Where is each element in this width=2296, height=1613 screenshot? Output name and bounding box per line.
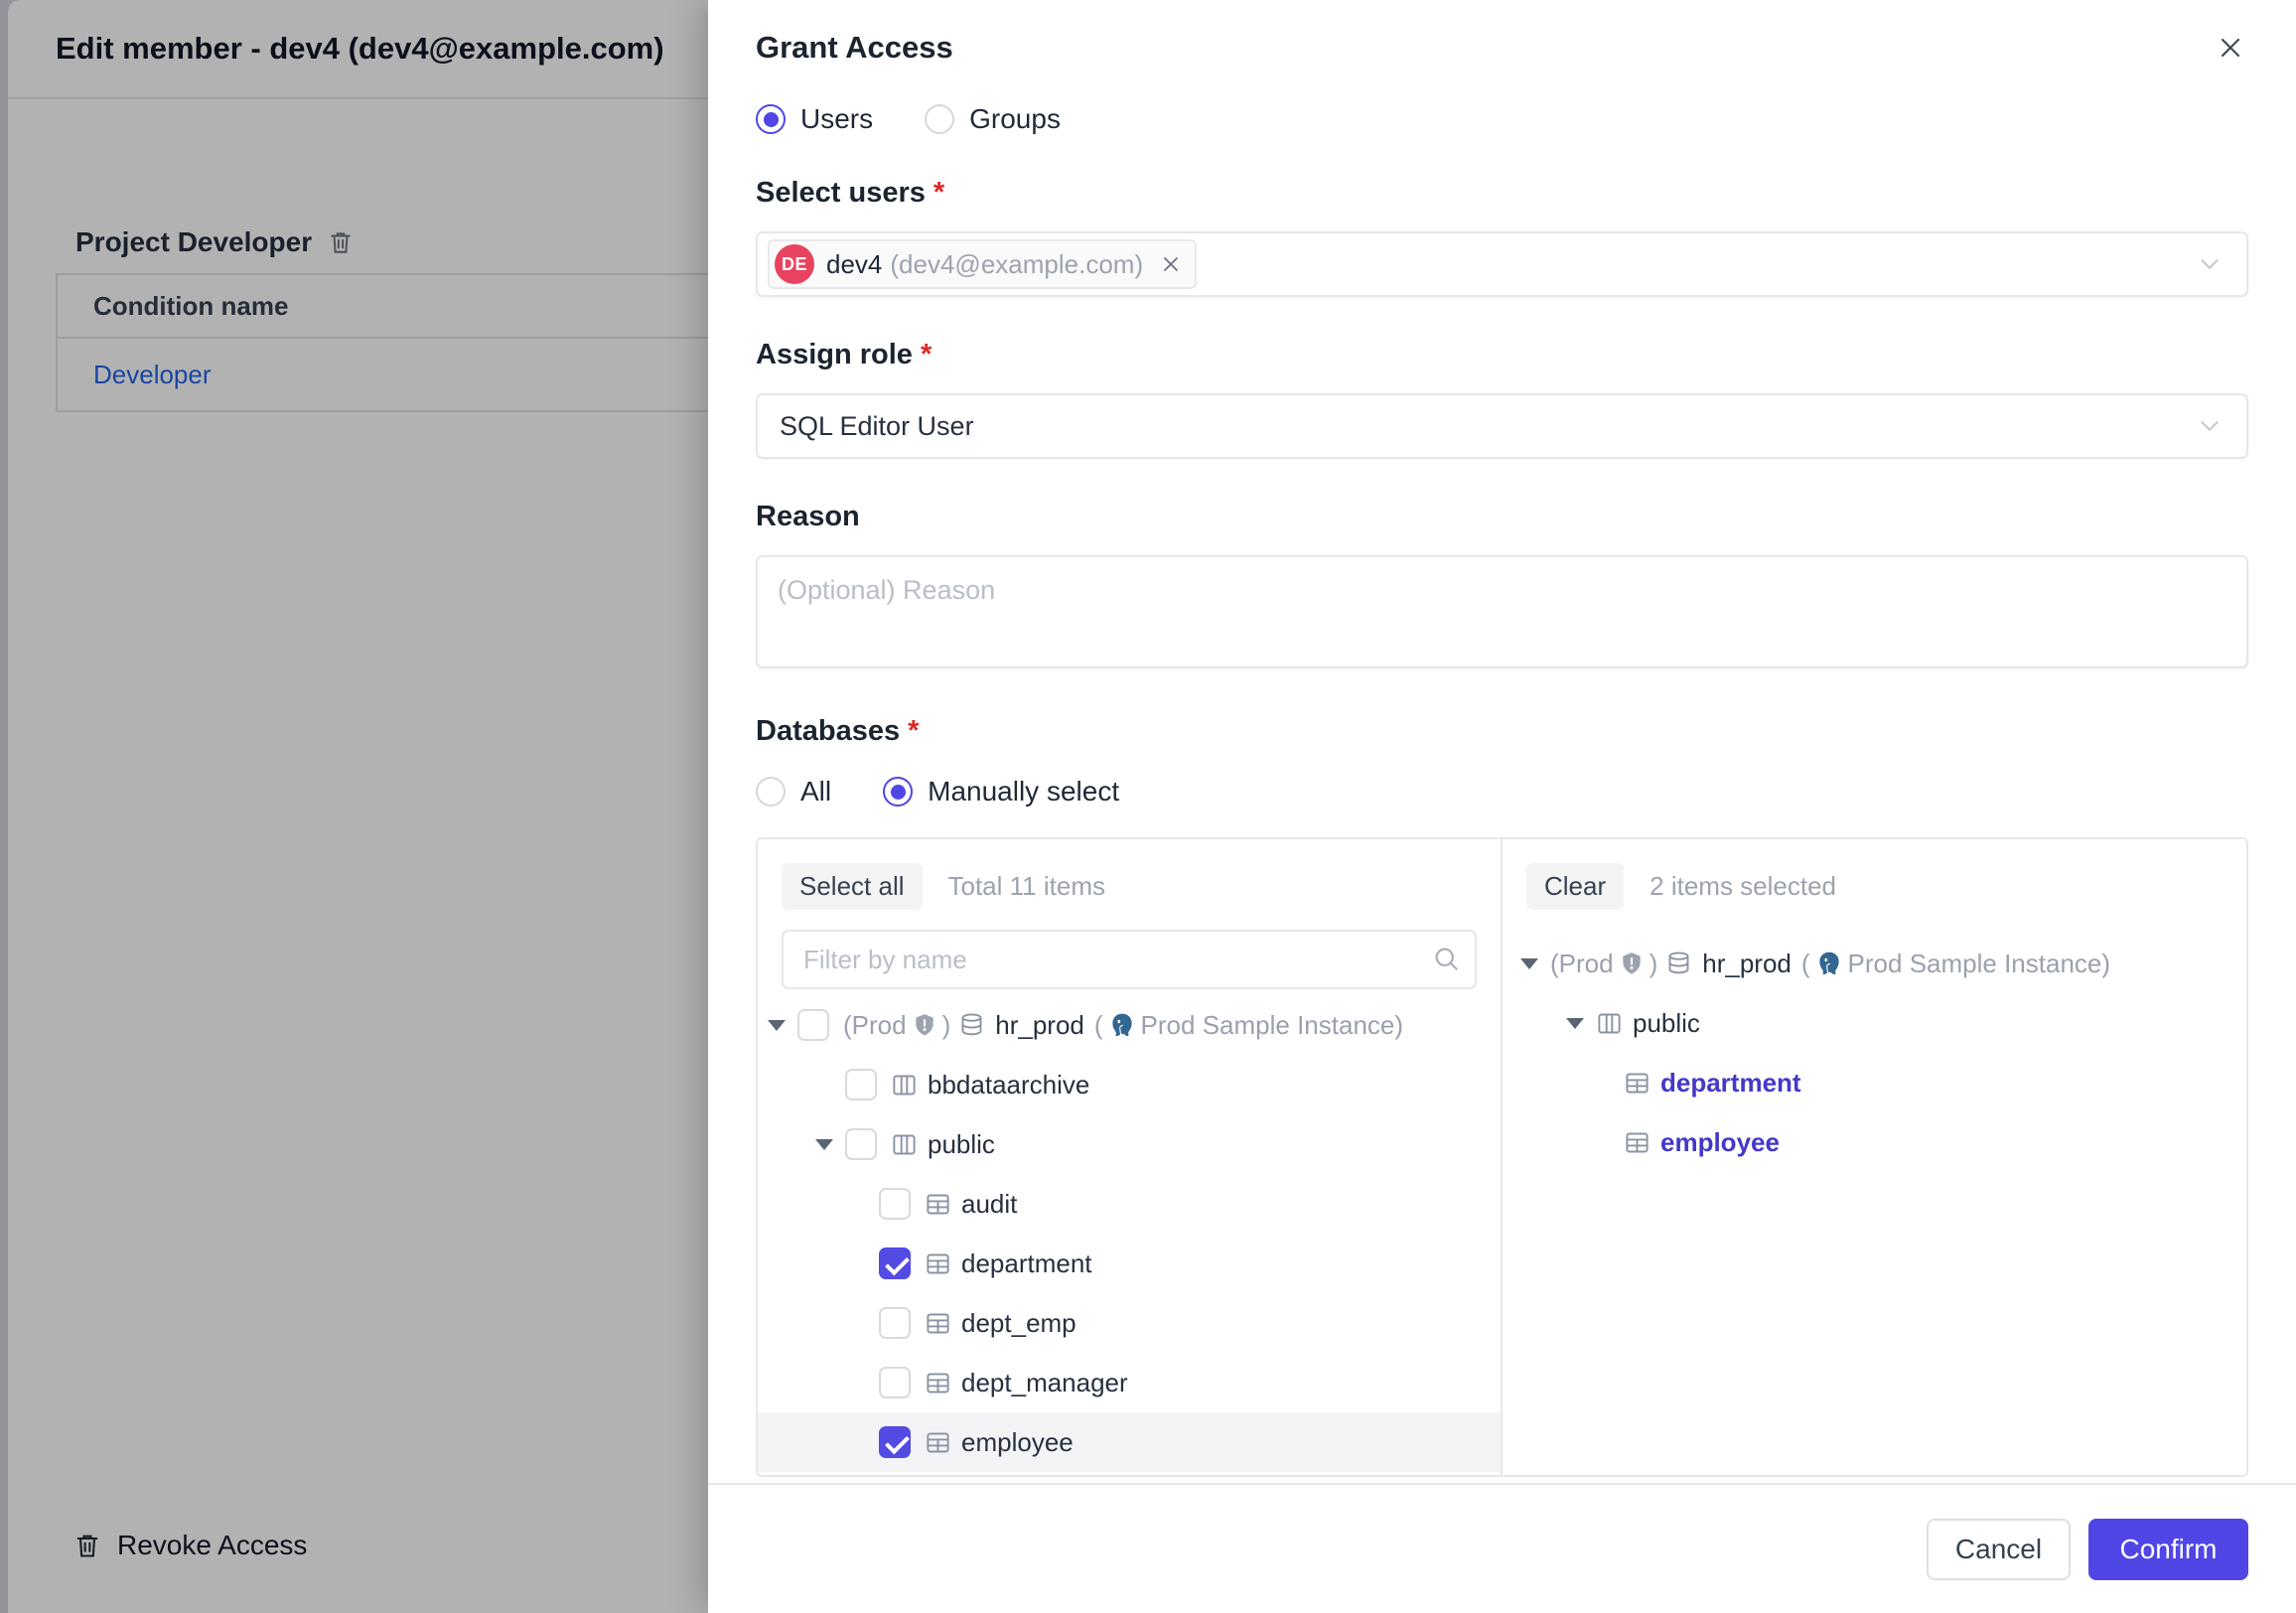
chevron-down-icon [2195,411,2224,441]
member-type-radio-group: Users Groups [756,103,2248,135]
remove-tag-icon[interactable] [1159,252,1183,276]
database-icon [1665,951,1692,977]
transfer-target-pane: Clear 2 items selected (Prod [1503,839,2246,1475]
avatar: DE [775,244,814,284]
radio-all[interactable]: All [756,776,831,807]
filter-input[interactable] [782,930,1477,989]
schema-icon [1596,1010,1623,1037]
table-icon [925,1310,951,1337]
cancel-button[interactable]: Cancel [1927,1519,2071,1580]
modal-footer: Cancel Confirm [708,1483,2296,1613]
postgres-icon [1108,1011,1136,1039]
tree-row-department[interactable]: department [758,1234,1501,1293]
select-all-button[interactable]: Select all [782,863,923,910]
assign-role-value: SQL Editor User [780,411,974,442]
shield-icon [912,1012,937,1038]
radio-users-circle[interactable] [756,104,786,134]
checkbox-dept-emp[interactable] [879,1307,911,1339]
selected-row-department[interactable]: department [1503,1053,2246,1112]
checkbox-public[interactable] [845,1128,877,1160]
databases-label: Databases* [756,715,2248,748]
grant-access-modal: Grant Access Users Groups [708,0,2296,1613]
selected-row-hr-prod[interactable]: (Prod ) hr_prod ( [1503,934,2246,993]
transfer-source-pane: Select all Total 11 items [758,839,1503,1475]
radio-groups-circle[interactable] [925,104,954,134]
selected-count-label: 2 items selected [1650,871,1836,902]
close-icon[interactable] [2213,30,2248,66]
select-users-input[interactable]: DE dev4 (dev4@example.com) [756,231,2248,297]
search-icon [1431,944,1461,973]
database-transfer: Select all Total 11 items [756,837,2248,1477]
schema-icon [891,1072,918,1099]
checkbox-audit[interactable] [879,1188,911,1220]
checkbox-dept-manager[interactable] [879,1367,911,1398]
expand-caret-icon[interactable] [815,1139,833,1150]
tree-row-dept-manager[interactable]: dept_manager [758,1353,1501,1412]
tree-row-public[interactable]: public [758,1114,1501,1174]
expand-caret-icon[interactable] [768,1020,786,1031]
tree-row-dept-emp[interactable]: dept_emp [758,1293,1501,1353]
postgres-icon [1815,950,1843,977]
tree-row-bbdataarchive[interactable]: bbdataarchive [758,1055,1501,1114]
reason-label: Reason [756,501,2248,533]
confirm-button[interactable]: Confirm [2088,1519,2248,1580]
checkbox-department-checked[interactable] [879,1247,911,1279]
radio-manually-select-circle[interactable] [883,777,913,806]
table-icon [1624,1070,1650,1097]
assign-role-select[interactable]: SQL Editor User [756,393,2248,459]
selected-row-public[interactable]: public [1503,993,2246,1053]
checkbox-hr-prod[interactable] [797,1009,829,1041]
screen: Edit member - dev4 (dev4@example.com) Pr… [0,0,2296,1613]
shield-icon [1619,951,1645,976]
table-icon [925,1370,951,1396]
tree-row-audit[interactable]: audit [758,1174,1501,1234]
total-items-label: Total 11 items [948,871,1105,902]
table-icon [925,1250,951,1277]
assign-role-label: Assign role* [756,339,2248,371]
clear-button[interactable]: Clear [1526,863,1624,910]
radio-manually-select[interactable]: Manually select [883,776,1119,807]
tree-row-hr-prod[interactable]: (Prod ) hr_prod ( [758,995,1501,1055]
radio-all-circle[interactable] [756,777,786,806]
table-icon [925,1191,951,1218]
tree-row-employee[interactable]: employee [758,1412,1501,1472]
table-icon [1624,1129,1650,1156]
database-icon [958,1012,985,1039]
checkbox-employee-checked[interactable] [879,1426,911,1458]
schema-icon [891,1131,918,1158]
collapse-caret-icon[interactable] [1566,1018,1584,1029]
modal-title: Grant Access [756,30,953,66]
chevron-down-icon [2195,249,2224,279]
checkbox-bbdataarchive[interactable] [845,1069,877,1100]
user-tag-dev4: DE dev4 (dev4@example.com) [768,239,1197,289]
radio-users[interactable]: Users [756,103,873,135]
selected-row-employee[interactable]: employee [1503,1112,2246,1172]
select-users-label: Select users* [756,177,2248,210]
databases-radio-group: All Manually select [756,776,2248,807]
collapse-caret-icon[interactable] [1520,958,1538,969]
radio-groups[interactable]: Groups [925,103,1061,135]
reason-textarea[interactable] [756,555,2248,668]
table-icon [925,1429,951,1456]
